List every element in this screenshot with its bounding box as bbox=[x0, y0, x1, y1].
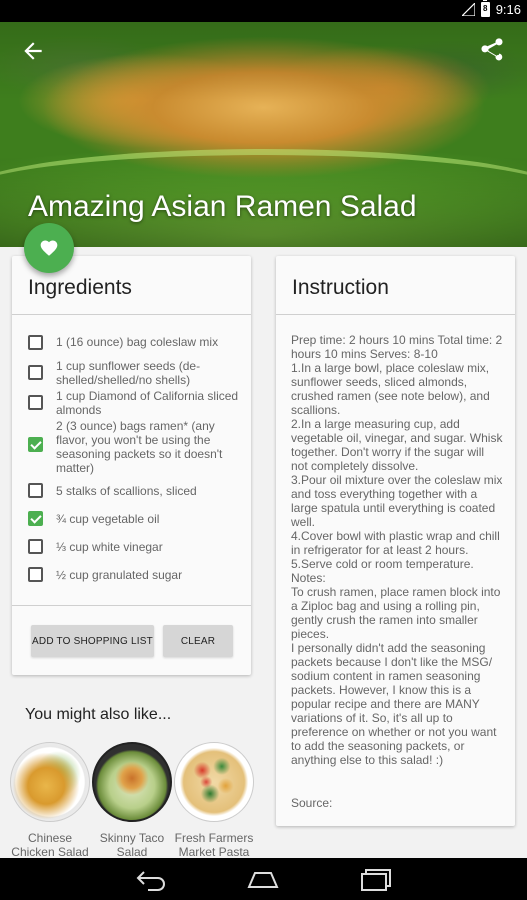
ingredient-item[interactable]: ¾ cup vegetable oil bbox=[28, 507, 241, 535]
status-bar: 8 9:16 bbox=[0, 0, 527, 22]
clear-button[interactable]: CLEAR bbox=[163, 625, 233, 657]
favorite-button[interactable] bbox=[24, 223, 74, 273]
suggestions-list: Chinese Chicken Salad Skinny Taco Salad … bbox=[10, 742, 254, 859]
instruction-body: Prep time: 2 hours 10 mins Total time: 2… bbox=[291, 333, 503, 767]
signal-icon bbox=[461, 3, 475, 16]
ingredient-item[interactable]: ⅓ cup white vinegar bbox=[28, 535, 241, 563]
ingredient-checkbox[interactable] bbox=[28, 483, 43, 498]
suggestion-thumbnail[interactable] bbox=[92, 742, 172, 822]
suggestion-label[interactable]: Skinny Taco Salad bbox=[92, 831, 172, 859]
battery-level: 8 bbox=[482, 4, 488, 13]
suggestion-item[interactable]: Skinny Taco Salad bbox=[92, 742, 172, 859]
ingredient-text: 1 (16 ounce) bag coleslaw mix bbox=[56, 335, 219, 349]
instruction-source: Source: bbox=[291, 796, 333, 810]
suggestion-thumbnail[interactable] bbox=[174, 742, 254, 822]
ingredient-text: ¾ cup vegetable oil bbox=[56, 512, 160, 526]
ingredients-card: Ingredients 1 (16 ounce) bag coleslaw mi… bbox=[12, 256, 251, 675]
status-time: 9:16 bbox=[495, 2, 521, 17]
ingredient-checkbox[interactable] bbox=[28, 539, 43, 554]
instruction-title: Instruction bbox=[292, 276, 389, 299]
add-to-shopping-list-button[interactable]: ADD TO SHOPPING LIST bbox=[31, 625, 154, 657]
status-icons: 8 9:16 bbox=[461, 0, 521, 17]
navigation-bar bbox=[0, 858, 527, 900]
instruction-card: Instruction Prep time: 2 hours 10 mins T… bbox=[276, 256, 515, 826]
nav-recents-icon[interactable] bbox=[358, 866, 392, 892]
ingredient-text: 2 (3 ounce) bags ramen* (any flavor, you… bbox=[56, 419, 223, 475]
ingredient-item[interactable]: ½ cup granulated sugar bbox=[28, 563, 241, 591]
nav-back-icon[interactable] bbox=[134, 866, 168, 892]
suggestion-item[interactable]: Chinese Chicken Salad bbox=[10, 742, 90, 859]
recipe-screen: 8 9:16 Amazing Asian Ramen Salad Ingredi… bbox=[0, 0, 527, 900]
ingredient-item[interactable]: 1 cup sunflower seeds (de-shelled/shelle… bbox=[28, 357, 241, 387]
ingredient-item[interactable]: 2 (3 ounce) bags ramen* (any flavor, you… bbox=[28, 417, 241, 479]
ingredient-item[interactable]: 1 (16 ounce) bag coleslaw mix bbox=[28, 329, 241, 357]
ingredient-text: ⅓ cup white vinegar bbox=[56, 540, 163, 554]
ingredient-item[interactable]: 1 cup Diamond of California sliced almon… bbox=[28, 387, 241, 417]
recipe-title: Amazing Asian Ramen Salad bbox=[28, 190, 417, 223]
arrow-back-icon[interactable] bbox=[20, 38, 46, 64]
ingredient-text: 1 cup sunflower seeds (de-shelled/shelle… bbox=[56, 359, 201, 387]
ingredient-item[interactable]: 5 stalks of scallions, sliced bbox=[28, 479, 241, 507]
ingredient-checkbox[interactable] bbox=[28, 511, 43, 526]
ingredient-checkbox[interactable] bbox=[28, 567, 43, 582]
ingredients-actions: ADD TO SHOPPING LIST CLEAR bbox=[12, 606, 251, 657]
ingredient-checkbox[interactable] bbox=[28, 365, 43, 380]
battery-icon: 8 bbox=[480, 0, 490, 17]
ingredient-text: ½ cup granulated sugar bbox=[56, 568, 183, 582]
suggestion-item[interactable]: Fresh Farmers Market Pasta bbox=[174, 742, 254, 859]
ingredient-text: 5 stalks of scallions, sliced bbox=[56, 484, 197, 498]
ingredient-checkbox[interactable] bbox=[28, 395, 43, 410]
ingredient-checkbox[interactable] bbox=[28, 335, 43, 350]
suggestions-title: You might also like... bbox=[25, 706, 172, 723]
heart-icon bbox=[40, 240, 58, 256]
ingredients-list: 1 (16 ounce) bag coleslaw mix 1 cup sunf… bbox=[12, 315, 251, 605]
nav-home-icon[interactable] bbox=[246, 866, 280, 892]
ingredient-checkbox[interactable] bbox=[28, 437, 43, 452]
suggestion-thumbnail[interactable] bbox=[10, 742, 90, 822]
suggestion-label[interactable]: Chinese Chicken Salad bbox=[10, 831, 90, 859]
recipe-hero-image: Amazing Asian Ramen Salad bbox=[0, 22, 527, 247]
ingredient-text: 1 cup Diamond of California sliced almon… bbox=[56, 389, 239, 417]
suggestion-label[interactable]: Fresh Farmers Market Pasta bbox=[174, 831, 254, 859]
share-icon[interactable] bbox=[478, 36, 506, 64]
